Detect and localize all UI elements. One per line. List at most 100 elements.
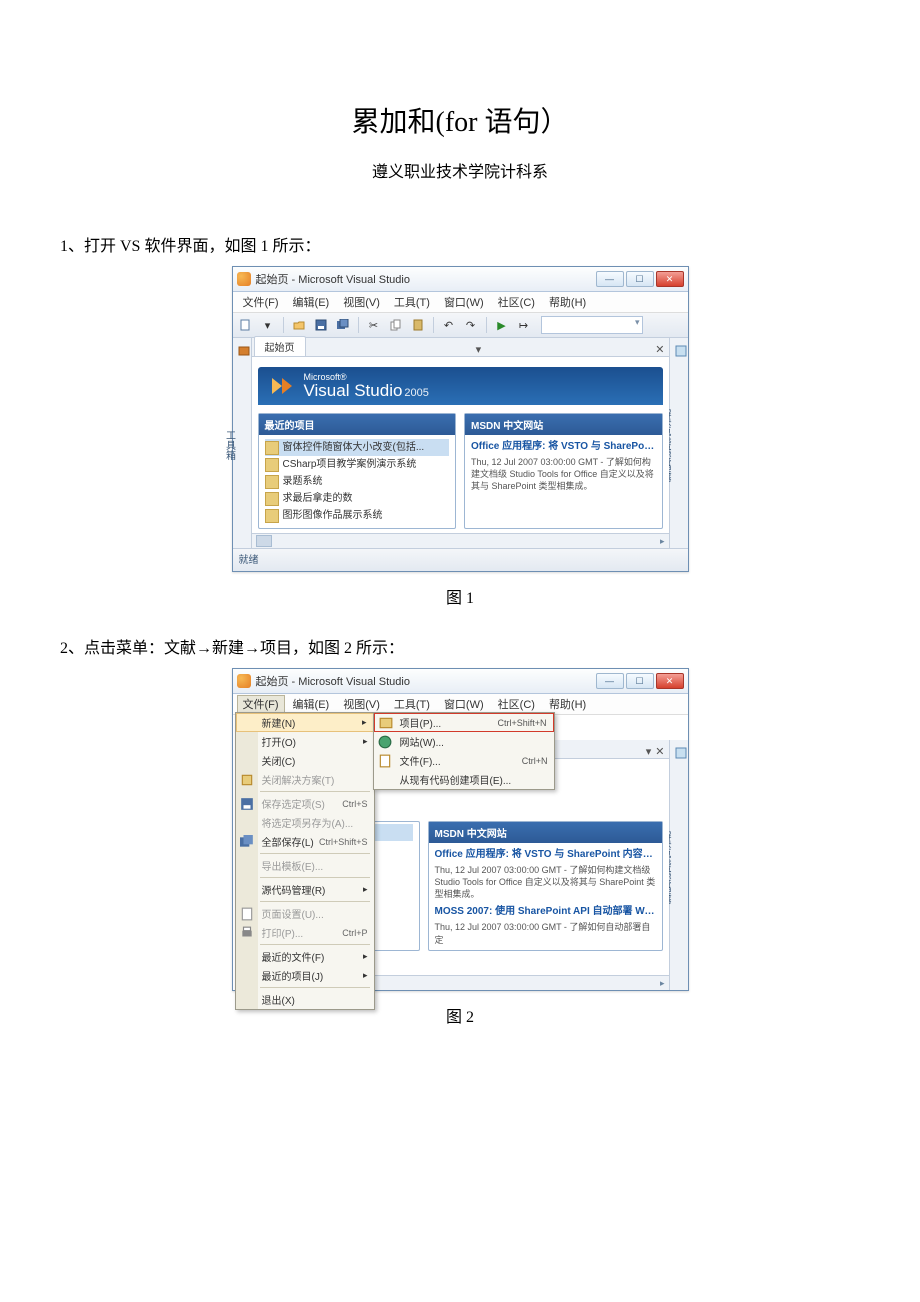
recent-project-item[interactable]: 录题系统 [265, 473, 450, 490]
menu-item-label: 网站(W)... [400, 734, 444, 749]
file-menu-item[interactable]: 打开(O)▸ [236, 732, 374, 751]
file-menu-item[interactable]: 保存选定项(S)Ctrl+S [236, 794, 374, 813]
close-button[interactable]: ✕ [656, 673, 684, 689]
new-submenu-item[interactable]: 从现有代码创建项目(E)... [374, 770, 554, 789]
doc-tab-start[interactable]: 起始页 [254, 336, 306, 356]
menu-item-label: 文件(F)... [400, 753, 441, 768]
file-menu-item[interactable]: 页面设置(U)... [236, 904, 374, 923]
page-icon [240, 907, 254, 921]
menu-window[interactable]: 窗口(W) [438, 695, 490, 713]
solution-explorer-icon [674, 344, 688, 358]
msdn-headline[interactable]: Office 应用程序: 将 VSTO 与 SharePoint 内容类型相结 [471, 439, 656, 454]
menu-shortcut: Ctrl+P [342, 928, 367, 938]
msdn-meta: Thu, 12 Jul 2007 03:00:00 GMT - 了解如何构建文档… [435, 864, 656, 900]
msdn-headline[interactable]: Office 应用程序: 将 VSTO 与 SharePoint 内容类型相结 [435, 847, 656, 862]
toolbar-open-icon[interactable] [290, 316, 308, 334]
file-menu-item[interactable]: 新建(N)▸ [236, 713, 374, 732]
solution-explorer-tab[interactable]: 解决方案资源管理器 [669, 740, 688, 990]
menu-shortcut: Ctrl+N [522, 756, 548, 766]
maximize-button[interactable]: ☐ [626, 673, 654, 689]
horizontal-scrollbar[interactable]: ▸ [252, 533, 669, 548]
menu-item-label: 导出模板(E)... [262, 858, 324, 873]
menu-window[interactable]: 窗口(W) [438, 293, 490, 311]
tab-dropdown-icon[interactable]: ▾ [476, 343, 482, 356]
toolbox-tab[interactable]: 工具箱 [233, 338, 252, 548]
new-submenu-item[interactable]: 网站(W)... [374, 732, 554, 751]
msdn-meta: Thu, 12 Jul 2007 03:00:00 GMT - 了解如何构建文档… [471, 456, 656, 492]
new-submenu: 项目(P)...Ctrl+Shift+N 网站(W)... 文件(F)... Ctrl… [373, 712, 555, 790]
file-menu-item[interactable]: 退出(X) [236, 990, 374, 1009]
toolbar-cut-icon[interactable]: ✂ [365, 316, 383, 334]
toolbox-icon [237, 344, 251, 358]
proj-icon [379, 716, 393, 730]
menu-tools[interactable]: 工具(T) [388, 695, 436, 713]
project-icon [265, 509, 279, 523]
solution-explorer-icon [674, 746, 688, 760]
submenu-arrow-icon: ▸ [363, 884, 368, 895]
menu-edit[interactable]: 编辑(E) [287, 695, 336, 713]
toolbar-new-icon[interactable] [237, 316, 255, 334]
toolbar-sep [433, 317, 434, 333]
menu-tools[interactable]: 工具(T) [388, 293, 436, 311]
menu-item-label: 退出(X) [262, 992, 295, 1007]
file-menu-item[interactable]: 源代码管理(R)▸ [236, 880, 374, 899]
menu-file[interactable]: 文件(F) [237, 695, 285, 713]
file-menu-item[interactable]: 导出模板(E)... [236, 856, 374, 875]
title-bar: 起始页 - Microsoft Visual Studio — ☐ ✕ [233, 267, 688, 292]
toolbar-redo-icon[interactable]: ↷ [462, 316, 480, 334]
file-menu-item[interactable]: 关闭解决方案(T) [236, 770, 374, 789]
menu-shortcut: Ctrl+Shift+N [497, 718, 546, 728]
menu-community[interactable]: 社区(C) [492, 293, 541, 311]
file-icon [378, 754, 392, 768]
recent-project-item[interactable]: 图形图像作品展示系统 [265, 507, 450, 524]
solution-explorer-tab[interactable]: 解决方案资源管理器 [669, 338, 688, 548]
menu-view[interactable]: 视图(V) [337, 695, 386, 713]
minimize-button[interactable]: — [596, 271, 624, 287]
menu-help[interactable]: 帮助(H) [543, 293, 592, 311]
toolbar-saveall-icon[interactable] [334, 316, 352, 334]
recent-project-item[interactable]: 窗体控件随窗体大小改变(包括... [265, 439, 450, 456]
menu-item-label: 关闭(C) [262, 753, 296, 768]
maximize-button[interactable]: ☐ [626, 271, 654, 287]
toolbar-paste-icon[interactable] [409, 316, 427, 334]
menu-item-label: 最近的项目(J) [262, 968, 324, 983]
file-menu-item[interactable]: 全部保存(L)Ctrl+Shift+S [236, 832, 374, 851]
menu-edit[interactable]: 编辑(E) [287, 293, 336, 311]
menu-file[interactable]: 文件(F) [237, 293, 285, 311]
toolbar-step-icon[interactable]: ↦ [515, 316, 533, 334]
new-submenu-item[interactable]: 项目(P)...Ctrl+Shift+N [374, 713, 554, 732]
file-menu-dropdown: 新建(N)▸打开(O)▸ 关闭(C) 关闭解决方案(T) 保存选定项(S)Ctrl+S… [235, 712, 375, 1010]
menu-view[interactable]: 视图(V) [337, 293, 386, 311]
msdn-headline[interactable]: MOSS 2007: 使用 SharePoint API 自动部署 Web 应用 [435, 904, 656, 919]
menu-shortcut: Ctrl+S [342, 799, 367, 809]
menu-community[interactable]: 社区(C) [492, 695, 541, 713]
minimize-button[interactable]: — [596, 673, 624, 689]
toolbar-dropdown-icon[interactable]: ▾ [259, 316, 277, 334]
toolbar-save-icon[interactable] [312, 316, 330, 334]
menu-item-label: 打印(P)... [262, 925, 304, 940]
recent-project-item[interactable]: 求最后拿走的数 [265, 490, 450, 507]
toolbar-copy-icon[interactable] [387, 316, 405, 334]
file-menu-item[interactable]: 打印(P)... Ctrl+P [236, 923, 374, 942]
project-label: 图形图像作品展示系统 [283, 508, 383, 523]
tab-dropdown-icon[interactable]: ▾ [646, 745, 652, 758]
project-icon [265, 441, 279, 455]
file-menu-item[interactable]: 将选定项另存为(A)... [236, 813, 374, 832]
new-submenu-item[interactable]: 文件(F)... Ctrl+N [374, 751, 554, 770]
toolbar-config-combo[interactable] [541, 316, 643, 334]
toolbar-run-icon[interactable]: ▶ [493, 316, 511, 334]
recent-project-item[interactable]: CSharp项目教学案例演示系统 [265, 456, 450, 473]
toolbar-undo-icon[interactable]: ↶ [440, 316, 458, 334]
msdn-header: MSDN 中文网站 [465, 414, 662, 435]
toolbar-sep [358, 317, 359, 333]
doc-title: 累加和(for 语句） [60, 100, 860, 140]
file-menu-item[interactable]: 最近的项目(J)▸ [236, 966, 374, 985]
menu-help[interactable]: 帮助(H) [543, 695, 592, 713]
file-menu-item[interactable]: 关闭(C) [236, 751, 374, 770]
file-menu-item[interactable]: 最近的文件(F)▸ [236, 947, 374, 966]
tool-bar: ▾ ✂ ↶ ↷ ▶ ↦ [233, 313, 688, 338]
close-button[interactable]: ✕ [656, 271, 684, 287]
toolbar-sep [486, 317, 487, 333]
web-icon [378, 735, 392, 749]
title-bar: 起始页 - Microsoft Visual Studio — ☐ ✕ [233, 669, 688, 694]
